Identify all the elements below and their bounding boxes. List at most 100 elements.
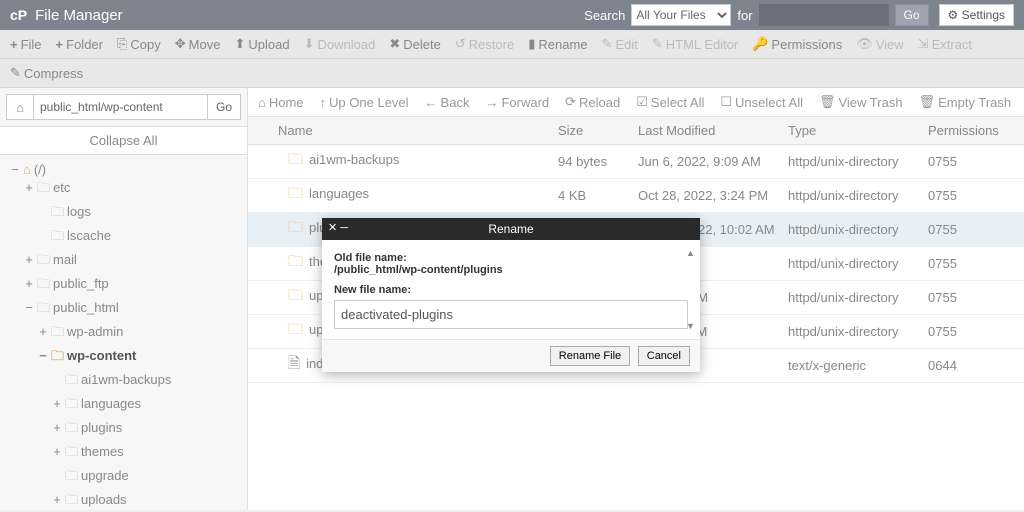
reload-button[interactable]: ⟳Reload (565, 94, 620, 110)
folder-tree: −⌂(/)+🗀etc 🗀logs 🗀lscache+🗀mail+🗀public_… (0, 155, 247, 510)
back-icon: ← (425, 95, 438, 110)
file-perm: 0755 (928, 256, 1008, 271)
tree-label: logs (67, 204, 91, 219)
path-go-button[interactable]: Go (208, 94, 241, 120)
table-row[interactable]: 🗀languages4 KBOct 28, 2022, 3:24 PMhttpd… (248, 179, 1024, 213)
scroll-down-icon[interactable]: ▼ (686, 321, 698, 331)
close-icon[interactable]: ✕ ─ (328, 221, 348, 234)
settings-button[interactable]: ⚙ Settings (939, 4, 1014, 26)
upload-button[interactable]: ⬆Upload (234, 36, 289, 52)
folder-button[interactable]: +Folder (56, 37, 103, 52)
tree-label: (/) (34, 162, 46, 177)
copy-button[interactable]: ⎘Copy (117, 36, 161, 52)
search-go-button[interactable]: Go (895, 4, 929, 26)
file-type: httpd/unix-directory (788, 188, 928, 203)
html-editor-button[interactable]: ✎HTML Editor (652, 36, 738, 52)
file-type: httpd/unix-directory (788, 222, 928, 237)
tree-node[interactable]: 🗀upgrade (4, 466, 243, 490)
view-button[interactable]: 👁View (856, 36, 903, 52)
search-label: Search (584, 8, 625, 23)
file-button[interactable]: +File (10, 37, 42, 52)
tree-label: mail (53, 252, 77, 267)
collapse-all-button[interactable]: Collapse All (0, 127, 247, 155)
folder-icon: ⌂ (23, 162, 31, 177)
edit-icon: ✎ (602, 36, 613, 52)
unselect-all-button[interactable]: ☐Unselect All (720, 94, 803, 110)
reload-icon: ⟳ (565, 94, 576, 110)
tree-node[interactable]: +🗀plugins (4, 418, 243, 442)
folder-icon: 🗀 (65, 492, 78, 507)
tree-node[interactable]: +🗀uploads (4, 490, 243, 510)
tree-node[interactable]: −🗀public_html (4, 298, 243, 322)
folder-icon: 🗀 (51, 204, 64, 219)
col-modified[interactable]: Last Modified (638, 123, 788, 138)
tree-node[interactable]: +🗀wp-admin (4, 322, 243, 346)
restore-button[interactable]: ↺Restore (455, 36, 514, 52)
edit-button[interactable]: ✎Edit (602, 36, 638, 52)
empty-trash-button[interactable]: 🗑Empty Trash (919, 94, 1011, 110)
rename-file-button[interactable]: Rename File (550, 346, 630, 366)
delete-button[interactable]: ✖Delete (389, 36, 440, 52)
col-type[interactable]: Type (788, 123, 928, 138)
tree-node[interactable]: +🗀public_ftp (4, 274, 243, 298)
scroll-up-icon[interactable]: ▲ (686, 248, 698, 258)
up-one-level-button[interactable]: ↑Up One Level (320, 94, 409, 110)
tree-node[interactable]: +🗀themes (4, 442, 243, 466)
search-input[interactable] (759, 4, 889, 26)
upload-icon: ⬆ (234, 36, 245, 52)
app-title: File Manager (35, 7, 123, 24)
permissions-button[interactable]: 🔑Permissions (752, 36, 842, 52)
select-all-button[interactable]: ☑Select All (636, 94, 704, 110)
trash-icon: 🗑 (919, 94, 936, 110)
folder-icon: 🗀 (288, 151, 303, 168)
tree-node[interactable]: +🗀languages (4, 394, 243, 418)
folder-icon: 🗀 (288, 253, 303, 270)
col-size[interactable]: Size (558, 123, 638, 138)
table-row[interactable]: 🗀ai1wm-backups94 bytesJun 6, 2022, 9:09 … (248, 145, 1024, 179)
view-trash-button[interactable]: 🗑View Trash (819, 94, 903, 110)
new-name-label: New file name: (334, 284, 688, 296)
folder-icon: 🗀 (65, 420, 78, 435)
file-type: httpd/unix-directory (788, 154, 928, 169)
folder-icon: 🗀 (51, 348, 64, 363)
restore-icon: ↺ (455, 36, 466, 52)
new-name-input[interactable] (334, 300, 688, 329)
tree-node[interactable]: +🗀mail (4, 250, 243, 274)
path-input[interactable] (34, 94, 208, 120)
file-name: languages (309, 186, 369, 201)
tree-node[interactable]: −⌂(/) (4, 161, 243, 178)
compress-icon: ✎ (10, 65, 21, 81)
col-name[interactable]: Name (248, 123, 558, 138)
folder-icon: 🗀 (65, 444, 78, 459)
tree-node[interactable]: +🗀etc (4, 178, 243, 202)
back-button[interactable]: ←Back (425, 94, 470, 110)
download-button[interactable]: ⬇Download (304, 36, 376, 52)
folder-icon: 🗀 (51, 324, 64, 339)
home-icon: ⌂ (258, 95, 266, 110)
tree-label: languages (81, 396, 141, 411)
col-perm[interactable]: Permissions (928, 123, 1008, 138)
file-perm: 0755 (928, 188, 1008, 203)
tree-node[interactable]: −🗀wp-content (4, 346, 243, 370)
cancel-button[interactable]: Cancel (638, 346, 690, 366)
tree-node[interactable]: 🗀logs (4, 202, 243, 226)
up-icon: ↑ (320, 95, 327, 110)
tree-node[interactable]: 🗀lscache (4, 226, 243, 250)
tree-label: upgrade (81, 468, 129, 483)
tree-label: public_ftp (53, 276, 109, 291)
rename-button[interactable]: ▮Rename (528, 36, 587, 52)
compress-button[interactable]: ✎Compress (10, 65, 1014, 81)
forward-button[interactable]: →Forward (485, 94, 549, 110)
extract-button[interactable]: ⇲Extract (918, 36, 972, 52)
folder-icon: 🗀 (288, 287, 303, 304)
search-scope-select[interactable]: All Your Files (631, 4, 731, 26)
scrollbar[interactable]: ▲▼ (686, 248, 698, 331)
modal-title-bar[interactable]: ✕ ─ Rename (322, 218, 700, 240)
tree-node[interactable]: 🗀ai1wm-backups (4, 370, 243, 394)
file-type: httpd/unix-directory (788, 324, 928, 339)
home-button[interactable]: ⌂Home (258, 94, 304, 110)
file-perm: 0755 (928, 290, 1008, 305)
home-icon[interactable]: ⌂ (6, 94, 34, 120)
move-button[interactable]: ✥Move (175, 36, 221, 52)
path-bar: ⌂ Go (0, 88, 247, 127)
